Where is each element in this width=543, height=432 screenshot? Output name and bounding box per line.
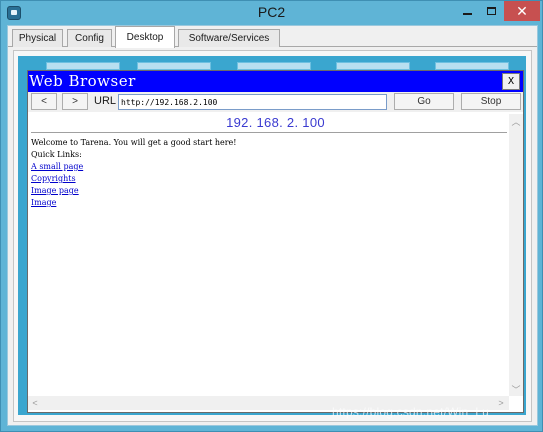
scroll-down-icon[interactable]: ﹀ <box>510 383 522 395</box>
link-image[interactable]: Image <box>31 197 501 209</box>
close-button[interactable]: ✕ <box>504 1 540 21</box>
back-button[interactable]: < <box>31 93 57 110</box>
desktop-app-tile[interactable] <box>336 62 410 70</box>
go-button[interactable]: Go <box>394 93 454 110</box>
desktop-app-tile[interactable] <box>435 62 509 70</box>
browser-title: Web Browser <box>29 72 136 90</box>
tab-config[interactable]: Config <box>67 29 112 47</box>
tab-desktop[interactable]: Desktop <box>115 26 175 48</box>
maximize-icon <box>486 7 496 15</box>
url-input[interactable]: http://192.168.2.100 <box>118 94 387 110</box>
window-titlebar[interactable]: PC2 ✕ <box>1 1 542 25</box>
watermark: https://blog.csdn.net/Win_Lu <box>332 405 490 419</box>
page-divider <box>31 132 507 133</box>
tab-software-services[interactable]: Software/Services <box>178 29 280 47</box>
link-small-page[interactable]: A small page <box>31 161 501 173</box>
maximize-button[interactable] <box>480 1 502 21</box>
web-browser-window: Web Browser X < > URL http://192.168.2.1… <box>27 70 524 413</box>
browser-toolbar: < > URL http://192.168.2.100 Go Stop <box>28 92 523 112</box>
stop-button[interactable]: Stop <box>461 93 521 110</box>
browser-close-button[interactable]: X <box>502 73 520 90</box>
desktop-app-tile[interactable] <box>237 62 311 70</box>
desktop-app-tile[interactable] <box>46 62 120 70</box>
close-icon: ✕ <box>516 2 528 19</box>
link-copyrights[interactable]: Copyrights <box>31 173 501 185</box>
browser-titlebar: Web Browser X <box>28 71 523 92</box>
link-image-page[interactable]: Image page <box>31 185 501 197</box>
page-header: 192. 168. 2. 100 <box>226 115 325 130</box>
client-area: Physical Config Desktop Software/Service… <box>7 25 538 426</box>
scroll-left-icon[interactable]: < <box>29 397 41 409</box>
desktop-panel: Web Browser X < > URL http://192.168.2.1… <box>13 50 532 422</box>
minimize-button[interactable] <box>456 1 478 21</box>
page-content: Welcome to Tarena. You will get a good s… <box>31 137 501 209</box>
desktop-app-tile[interactable] <box>137 62 211 70</box>
url-label: URL <box>94 95 117 107</box>
minimize-icon <box>462 13 472 15</box>
welcome-text: Welcome to Tarena. You will get a good s… <box>31 138 237 147</box>
quick-links-label: Quick Links: <box>31 150 82 159</box>
desktop-surface: Web Browser X < > URL http://192.168.2.1… <box>18 56 526 415</box>
forward-button[interactable]: > <box>62 93 88 110</box>
page-viewport: 192. 168. 2. 100 Welcome to Tarena. You … <box>28 114 523 412</box>
pc2-window: PC2 ✕ Physical Config Desktop Software/S… <box>0 0 543 432</box>
scroll-right-icon[interactable]: > <box>495 397 507 409</box>
scroll-up-icon[interactable]: ︿ <box>510 115 522 127</box>
vertical-scrollbar[interactable]: ︿ ﹀ <box>509 114 523 396</box>
tab-physical[interactable]: Physical <box>12 29 63 47</box>
